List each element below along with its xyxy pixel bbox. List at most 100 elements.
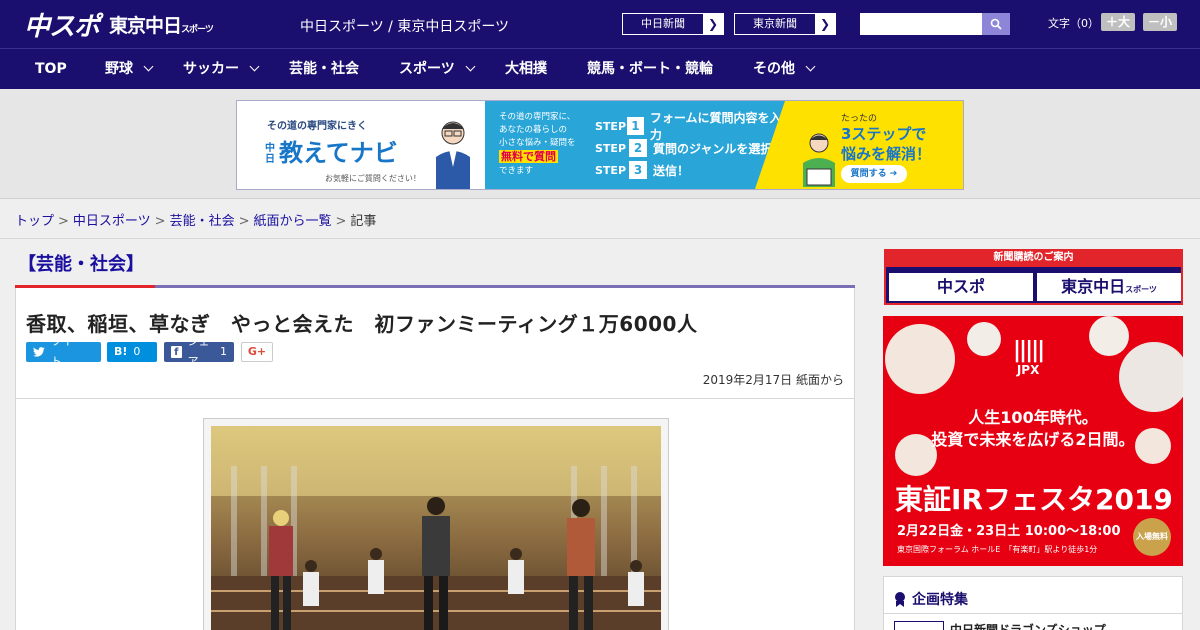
tokyo-shimbun-link[interactable]: 東京新聞 ❯	[734, 13, 836, 35]
site-logo[interactable]: 中スポ 東京中日スポーツ	[24, 8, 214, 42]
banner-ask-button[interactable]: 質問する ➔	[841, 165, 907, 183]
jpx-ir-festa-ad[interactable]: ||||| JPX 人生100年時代。 投資で未来を広げる2日間。 東証IRフェ…	[883, 316, 1183, 566]
step-number: 2	[629, 139, 647, 157]
nav-sports[interactable]: スポーツ	[399, 49, 476, 90]
banner-subtext: お気軽にご質問ください！	[325, 174, 421, 183]
section-title: 【芸能・社会】	[18, 254, 144, 275]
main-nav: TOP 野球 サッカー 芸能・社会 スポーツ 大相撲 競馬・ボート・競輪 その他	[0, 48, 1200, 89]
font-size-label: 文字（0）	[1048, 17, 1099, 30]
ad-venue: 東京国際フォーラム ホールE 「有楽町」駅より徒歩1分	[897, 545, 1098, 554]
search-icon	[990, 18, 1002, 30]
ad-line-1: 人生100年時代。	[968, 408, 1098, 427]
article-divider	[16, 398, 854, 399]
banner-brand-panel: その道の専門家にきく 中日 教えてナビ お気軽にご質問ください！	[237, 101, 485, 189]
subscribe-tokyo-label: 東京中日	[1061, 277, 1126, 296]
search-input[interactable]	[860, 13, 982, 35]
facebook-count: 1	[220, 345, 227, 358]
subscription-box: 新聞購読のご案内 中スポ 東京中日スポーツ	[884, 249, 1183, 305]
chevron-down-icon	[465, 61, 476, 72]
article-photo-frame	[203, 418, 669, 630]
breadcrumb-divider	[0, 238, 1200, 239]
article-date: 2019年2月17日 紙面から	[702, 373, 844, 387]
facebook-share-button[interactable]: f シェア 1	[164, 335, 234, 368]
subscribe-tokyo-small: スポーツ	[1125, 285, 1157, 294]
feature-thumbnail[interactable]	[894, 621, 944, 630]
ad-festival-title: 東証IRフェスタ2019	[895, 483, 1173, 516]
nav-sports-label: スポーツ	[399, 61, 455, 77]
step-text: 送信！	[653, 163, 690, 178]
hatena-icon: B!	[114, 345, 128, 358]
banner-desc-line: 小さな悩み・疑問を	[499, 138, 576, 148]
subscribe-tokyo-chunichi-button[interactable]: 東京中日スポーツ	[1037, 273, 1181, 301]
search-form	[860, 13, 1010, 35]
breadcrumb-top[interactable]: トップ	[15, 214, 54, 229]
subscribe-chuspo-button[interactable]: 中スポ	[889, 273, 1033, 301]
banner-step-2: STEP 2 質問のジャンルを選択	[595, 137, 785, 159]
banner-tagline: その道の専門家にきく	[267, 121, 367, 132]
nav-racing-label: 競馬・ボート・競輪	[587, 61, 713, 77]
breadcrumb: トップ > 中日スポーツ > 芸能・社会 > 紙面から一覧 > 記事	[15, 214, 377, 229]
breadcrumb-chunichi-sports[interactable]: 中日スポーツ	[73, 214, 151, 229]
banner-ad-area: その道の専門家にきく 中日 教えてナビ お気軽にご質問ください！ その道の専門家に…	[0, 89, 1200, 199]
logo-tokyo-small: スポーツ	[181, 24, 214, 35]
feature-header: 企画特集	[894, 589, 968, 609]
logo-tokyo-chunichi: 東京中日スポーツ	[109, 11, 214, 38]
step-text: フォームに質問内容を入力	[649, 111, 782, 142]
banner-steps: STEP 1 フォームに質問内容を入力 STEP 2 質問のジャンルを選択 STEP 3 送…	[595, 101, 785, 189]
banner-brand: 中日 教えてナビ	[265, 133, 398, 168]
nav-sumo[interactable]: 大相撲	[505, 49, 547, 90]
banner-brand-text: 教えてナビ	[279, 139, 398, 167]
nav-entertainment[interactable]: 芸能・社会	[289, 49, 359, 90]
top-header: 中スポ 東京中日スポーツ 中日スポーツ / 東京中日スポーツ 中日新聞 ❯ 東京…	[0, 0, 1200, 48]
hatena-count: 0	[133, 345, 141, 358]
breadcrumb-current: 記事	[350, 214, 377, 229]
nav-soccer-label: サッカー	[183, 61, 239, 77]
oshiete-navi-banner[interactable]: その道の専門家にきく 中日 教えてナビ お気軽にご質問ください！ その道の専門家に…	[236, 100, 964, 190]
nav-other-label: その他	[753, 61, 795, 77]
banner-right-big1: 3ステップで	[841, 125, 927, 143]
hatena-bookmark-button[interactable]: B! 0	[107, 342, 157, 362]
jpx-logo: ||||| JPX	[1013, 338, 1045, 377]
banner-desc-line: その道の専門家に、	[499, 112, 576, 122]
search-button[interactable]	[982, 13, 1010, 35]
nav-racing[interactable]: 競馬・ボート・競輪	[587, 49, 713, 90]
chevron-right-icon: ❯	[819, 17, 831, 31]
tokyo-shimbun-label: 東京新聞	[735, 14, 815, 34]
font-larger-button[interactable]: ＋大	[1101, 13, 1136, 31]
font-smaller-button[interactable]: －小	[1143, 13, 1178, 31]
ad-photo-circle	[1119, 342, 1183, 412]
step-number: 1	[626, 117, 644, 135]
nav-top-label: TOP	[35, 61, 67, 77]
banner-desc-tail: できます	[499, 166, 534, 176]
google-plus-button[interactable]: G+	[241, 342, 273, 362]
banner-cta-panel: たったの 3ステップで 悩みを解消！ 質問する ➔	[755, 101, 963, 189]
nav-top[interactable]: TOP	[35, 49, 67, 90]
user-illustration-icon	[803, 133, 835, 187]
expert-illustration-icon	[436, 121, 470, 189]
jpx-mark-icon: |||||	[1013, 338, 1045, 363]
banner-desc-line: あなたの暮らしの	[499, 125, 568, 135]
breadcrumb-paper-list[interactable]: 紙面から一覧	[254, 214, 332, 229]
nav-baseball-label: 野球	[105, 61, 133, 77]
ad-photo-circle	[885, 324, 955, 394]
banner-step-1: STEP 1 フォームに質問内容を入力	[595, 111, 785, 142]
tweet-button[interactable]: ツイート	[26, 335, 101, 368]
article-headline: 香取、稲垣、草なぎ やっと会えた 初ファンミーティング１万6000人	[26, 312, 698, 336]
nav-other[interactable]: その他	[753, 49, 816, 90]
step-number: 3	[629, 161, 647, 179]
chevron-down-icon	[805, 61, 816, 72]
medal-icon	[895, 592, 905, 607]
nav-baseball[interactable]: 野球	[105, 49, 154, 90]
logo-tokyo-text: 東京中日	[109, 14, 182, 37]
breadcrumb-entertainment[interactable]: 芸能・社会	[170, 214, 235, 229]
chunichi-shimbun-link[interactable]: 中日新聞 ❯	[622, 13, 724, 35]
chunichi-shimbun-label: 中日新聞	[623, 14, 703, 34]
banner-step-3: STEP 3 送信！	[595, 159, 785, 181]
facebook-icon: f	[171, 346, 182, 358]
article-photo[interactable]	[211, 426, 661, 630]
feature-item-link[interactable]: 中日新聞ドラゴンズショップ	[950, 621, 1106, 630]
site-title: 中日スポーツ / 東京中日スポーツ	[300, 19, 510, 35]
ad-photo-circle	[967, 322, 1001, 356]
concert-stage-photo	[211, 426, 661, 630]
nav-soccer[interactable]: サッカー	[183, 49, 260, 90]
